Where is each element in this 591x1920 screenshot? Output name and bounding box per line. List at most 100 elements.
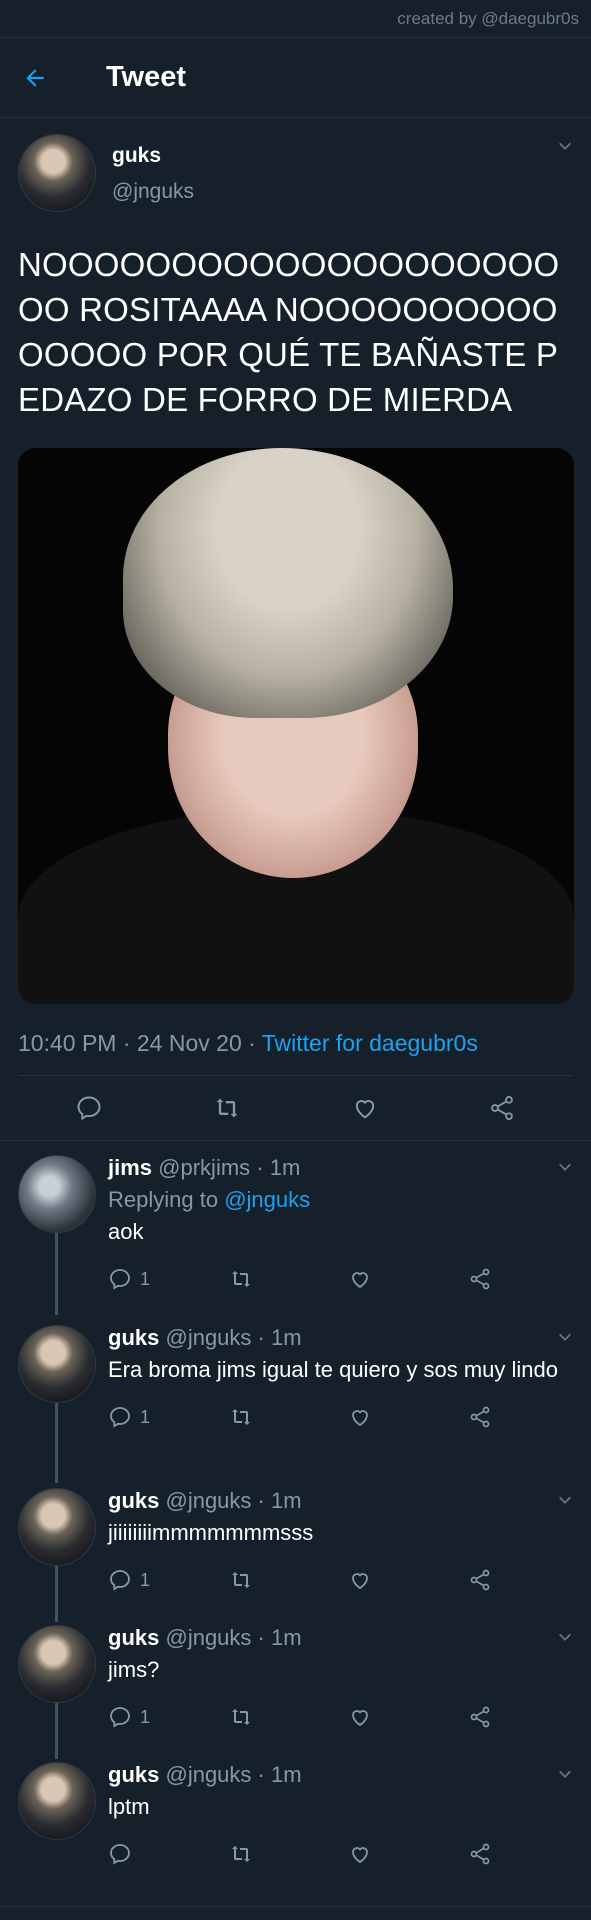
reply-author-name[interactable]: guks	[108, 1625, 159, 1650]
reply-header: guks @jnguks · 1m	[108, 1488, 588, 1514]
like-icon[interactable]	[348, 1568, 468, 1592]
reply-item[interactable]: jims @prkjims · 1m Replying to @jnguks a…	[0, 1141, 591, 1315]
avatar[interactable]	[18, 1625, 96, 1703]
like-icon[interactable]	[348, 1842, 468, 1866]
reply-left	[18, 1488, 96, 1622]
reply-meta: @jnguks · 1m	[165, 1762, 302, 1787]
share-icon[interactable]	[468, 1405, 588, 1429]
reply-button[interactable]: 1	[108, 1568, 228, 1592]
reply-header: guks @jnguks · 1m	[108, 1325, 588, 1351]
reply-meta: @jnguks · 1m	[165, 1625, 302, 1650]
reply-item[interactable]: guks @jnguks · 1m Era broma jims igual t…	[0, 1311, 591, 1483]
reply-icon	[110, 1269, 130, 1290]
reply-count: 1	[140, 1706, 151, 1727]
photo-hair	[123, 448, 453, 718]
reply-actions: 1	[108, 1565, 588, 1595]
back-arrow-icon[interactable]	[0, 65, 82, 91]
like-icon[interactable]	[348, 1267, 468, 1291]
top-bar: Tweet	[0, 38, 591, 118]
reply-actions: 1	[108, 1264, 588, 1294]
credit-bar: created by @daegubr0s	[0, 0, 591, 38]
reply-body: guks @jnguks · 1m jiiiiiiiimmmmmmmsss 1	[108, 1488, 588, 1611]
share-icon[interactable]	[488, 1094, 516, 1122]
retweet-icon[interactable]	[228, 1405, 348, 1429]
reply-item[interactable]: guks @jnguks · 1m jiiiiiiiimmmmmmmsss 1	[0, 1474, 591, 1622]
reply-icon	[110, 1570, 130, 1591]
mention-link[interactable]: @jnguks	[224, 1187, 310, 1212]
avatar[interactable]	[18, 1155, 96, 1233]
reply-body: jims @prkjims · 1m Replying to @jnguks a…	[108, 1155, 588, 1311]
reply-meta: @jnguks · 1m	[165, 1325, 302, 1350]
reply-text: lptm	[108, 1794, 150, 1819]
chevron-down-icon[interactable]	[557, 1492, 573, 1513]
author-name[interactable]: guks	[112, 144, 194, 168]
thread-line	[55, 1233, 58, 1315]
reply-author-name[interactable]: guks	[108, 1762, 159, 1787]
like-icon[interactable]	[348, 1705, 468, 1729]
reply-text: jims?	[108, 1657, 160, 1682]
reply-text: aok	[108, 1219, 144, 1244]
main-tweet: guks @jnguks NOOOOOOOOOOOOOOOOOOOOOO ROS…	[0, 118, 591, 1141]
reply-actions: 1	[108, 1402, 588, 1432]
share-icon[interactable]	[468, 1705, 588, 1729]
tweet-meta: 10:40 PM · 24 Nov 20 · Twitter for daegu…	[18, 1030, 573, 1076]
retweet-icon[interactable]	[212, 1094, 242, 1122]
reply-text: jiiiiiiiimmmmmmmsss	[108, 1520, 314, 1545]
chevron-down-icon[interactable]	[557, 1159, 573, 1180]
reply-icon	[110, 1844, 130, 1865]
replying-to: Replying to @jnguks	[108, 1187, 588, 1213]
chevron-down-icon[interactable]	[557, 138, 573, 159]
reply-icon	[110, 1407, 130, 1428]
reply-item[interactable]: guks @jnguks · 1m lptm	[0, 1748, 591, 1885]
reply-author-name[interactable]: jims	[108, 1155, 152, 1180]
reply-actions: 1	[108, 1702, 588, 1732]
share-icon[interactable]	[468, 1568, 588, 1592]
credit-text: created by @daegubr0s	[397, 9, 579, 28]
reply-button[interactable]: 1	[108, 1267, 228, 1291]
reply-left	[18, 1762, 96, 1885]
reply-left	[18, 1325, 96, 1483]
chevron-down-icon[interactable]	[557, 1329, 573, 1350]
reply-header: guks @jnguks · 1m	[108, 1762, 588, 1788]
timestamp: 10:40 PM · 24 Nov 20 ·	[18, 1030, 262, 1056]
retweet-icon[interactable]	[228, 1842, 348, 1866]
reply-button[interactable]: 1	[108, 1705, 228, 1729]
author-handle[interactable]: @jnguks	[112, 180, 194, 204]
chevron-down-icon[interactable]	[557, 1766, 573, 1787]
retweet-icon[interactable]	[228, 1705, 348, 1729]
reply-meta: @prkjims · 1m	[158, 1155, 301, 1180]
reply-count: 1	[140, 1268, 151, 1289]
reply-button[interactable]	[108, 1842, 228, 1866]
retweet-icon[interactable]	[228, 1568, 348, 1592]
retweet-icon[interactable]	[228, 1267, 348, 1291]
tweet-text: NOOOOOOOOOOOOOOOOOOOOOO ROSITAAAA NOOOOO…	[18, 246, 560, 418]
avatar[interactable]	[18, 1488, 96, 1566]
reply-header: guks @jnguks · 1m	[108, 1625, 588, 1651]
reply-left	[18, 1155, 96, 1315]
reply-text: Era broma jims igual te quiero y sos muy…	[108, 1357, 558, 1382]
chevron-down-icon[interactable]	[557, 1629, 573, 1650]
reply-button[interactable]: 1	[108, 1405, 228, 1429]
reply-icon	[110, 1707, 130, 1728]
reply-item[interactable]: guks @jnguks · 1m jims? 1	[0, 1611, 591, 1759]
reply-author-name[interactable]: guks	[108, 1325, 159, 1350]
like-icon[interactable]	[351, 1094, 379, 1122]
reply-icon[interactable]	[75, 1094, 103, 1122]
avatar[interactable]	[18, 1762, 96, 1840]
reply-header: jims @prkjims · 1m	[108, 1155, 588, 1181]
reply-left	[18, 1625, 96, 1759]
reply-author-name[interactable]: guks	[108, 1488, 159, 1513]
tweet-photo[interactable]	[18, 448, 574, 1004]
like-icon[interactable]	[348, 1405, 468, 1429]
share-icon[interactable]	[468, 1842, 588, 1866]
source-link[interactable]: Twitter for daegubr0s	[262, 1030, 478, 1056]
reply-meta: @jnguks · 1m	[165, 1488, 302, 1513]
thread-line	[55, 1403, 58, 1483]
tweet-actions	[0, 1076, 591, 1141]
reply-body: guks @jnguks · 1m jims? 1	[108, 1625, 588, 1748]
share-icon[interactable]	[468, 1267, 588, 1291]
reply-actions	[108, 1839, 588, 1869]
author-names: guks @jnguks	[112, 144, 194, 204]
avatar[interactable]	[18, 134, 96, 212]
avatar[interactable]	[18, 1325, 96, 1403]
